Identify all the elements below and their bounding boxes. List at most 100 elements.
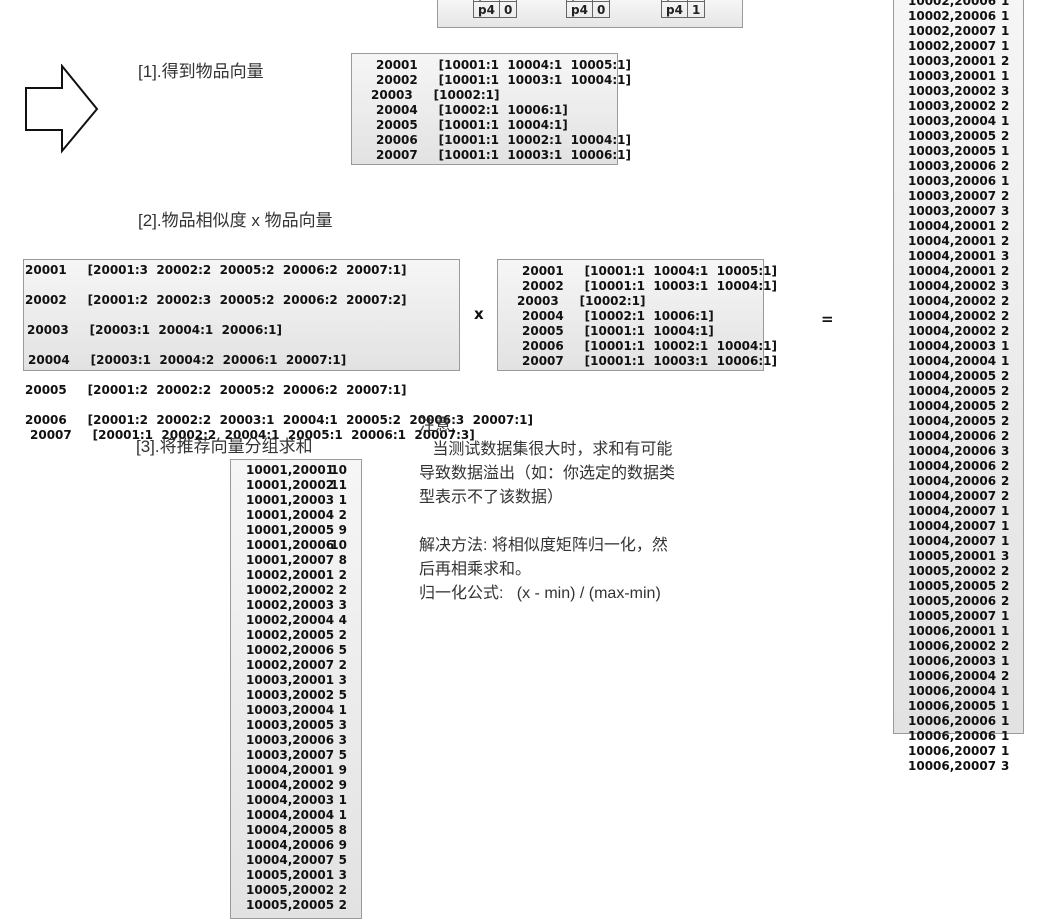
vector-row: 20003 [10002:1]: [517, 294, 646, 308]
result-key: 10006,20006: [908, 714, 997, 728]
sum-value: 10: [330, 463, 347, 477]
result-key: 10006,20005: [908, 699, 997, 713]
row-key: p4: [566, 1, 593, 18]
vector-row: 20001 [10001:1 10004:1 10005:1]: [522, 264, 778, 278]
sum-value: 1: [338, 493, 347, 507]
sum-key: 10005,20005: [246, 898, 335, 912]
result-value: 1: [1001, 654, 1010, 668]
sum-value: 1: [338, 703, 347, 717]
result-key: 10003,20004: [908, 114, 997, 128]
result-value: 3: [1001, 84, 1010, 98]
sum-value: 8: [338, 823, 347, 837]
result-value: 1: [1001, 699, 1010, 713]
result-key: 10004,20007: [908, 504, 997, 518]
note-line: 导致数据溢出（如：你选定的数据类: [419, 465, 676, 482]
sum-key: 10001,20004: [246, 508, 335, 522]
result-value: 2: [1001, 309, 1010, 323]
top-table-row: p4 0: [473, 1, 518, 18]
result-key: 10002,20006: [908, 9, 997, 23]
result-key: 10003,20005: [908, 144, 997, 158]
result-value: 1: [1001, 339, 1010, 353]
top-table-row: p4 0: [566, 1, 611, 18]
similarity-row: 20003 [20003:1 20004:1 20006:1]: [27, 323, 283, 337]
result-key: 10004,20007: [908, 519, 997, 533]
sum-key: 10002,20003: [246, 598, 335, 612]
result-key: 10006,20006: [908, 729, 997, 743]
sum-key: 10001,20001: [246, 463, 335, 477]
result-key: 10003,20002: [908, 84, 997, 98]
sum-value: 1: [338, 793, 347, 807]
sum-value: 3: [338, 673, 347, 687]
result-key: 10006,20007: [908, 744, 997, 758]
row-value: 0: [498, 1, 518, 18]
vector-row: 20003 [10002:1]: [371, 88, 500, 102]
top-table-row: p4 1: [661, 1, 706, 18]
note-body: 当测试数据集很大时，求和有可能 导致数据溢出（如：你选定的数据类 型表示不了该数据）…: [419, 438, 675, 606]
note-line: 归一化公式: (x - min) / (max-min): [419, 585, 661, 602]
result-value: 1: [1001, 9, 1010, 23]
result-value: 2: [1001, 669, 1010, 683]
step1-vector-box: 20001 [10001:1 10004:1 10005:1] 20002 [10…: [351, 53, 631, 165]
sum-value: 5: [338, 643, 347, 657]
result-key: 10005,20001: [908, 549, 997, 563]
sum-value: 8: [338, 553, 347, 567]
note-line: [419, 510, 675, 534]
sum-key: 10004,20005: [246, 823, 335, 837]
step3-heading: [3].将推荐向量分组求和: [136, 437, 313, 456]
sum-key: 10005,20002: [246, 883, 335, 897]
similarity-row: 20001 [20001:3 20002:2 20005:2 20006:2 2…: [25, 263, 407, 277]
result-key: 10003,20006: [908, 159, 997, 173]
vector-row: 20005 [10001:1 10004:1]: [522, 324, 714, 338]
result-key: 10002,20007: [908, 39, 997, 53]
result-value: 2: [1001, 99, 1010, 113]
sum-value: 2: [338, 568, 347, 582]
result-value: 2: [1001, 159, 1010, 173]
result-value: 3: [1001, 444, 1010, 458]
result-value: 1: [1001, 354, 1010, 368]
vector-row: 20007 [10001:1 10003:1 10006:1]: [376, 148, 632, 162]
result-key: 10003,20006: [908, 174, 997, 188]
result-value: 2: [1001, 129, 1010, 143]
result-key: 10004,20006: [908, 444, 997, 458]
sum-value: 3: [338, 598, 347, 612]
similarity-row: 20006 [20001:2 20002:2 20003:1 20004:1 2…: [25, 413, 534, 427]
top-table-2: p31p40: [566, 0, 611, 18]
result-value: 2: [1001, 219, 1010, 233]
result-key: 10005,20006: [908, 594, 997, 608]
sum-value: 1: [338, 808, 347, 822]
sum-key: 10002,20005: [246, 628, 335, 642]
result-value: 1: [1001, 69, 1010, 83]
result-key: 10004,20005: [908, 369, 997, 383]
top-table-3: p3p41: [661, 0, 706, 18]
result-value: 2: [1001, 564, 1010, 578]
sum-value: 2: [338, 883, 347, 897]
sum-key: 10001,20002: [246, 478, 335, 492]
result-value: 1: [1001, 714, 1010, 728]
result-key: 10004,20001: [908, 264, 997, 278]
row-value: 1: [686, 1, 706, 18]
vector-row: 20002 [10001:1 10003:1 10004:1]: [376, 73, 632, 87]
result-key: 10004,20005: [908, 399, 997, 413]
result-key: 10006,20003: [908, 654, 997, 668]
vector-row: 20005 [10001:1 10004:1]: [376, 118, 568, 132]
result-key: 10006,20004: [908, 684, 997, 698]
result-value: 1: [1001, 609, 1010, 623]
vector-row: 20007 [10001:1 10003:1 10006:1]: [522, 354, 778, 368]
sum-value: 2: [338, 583, 347, 597]
result-key: 10002,20006: [908, 0, 997, 8]
sum-key: 10002,20004: [246, 613, 335, 627]
result-value: 2: [1001, 294, 1010, 308]
sum-value: 9: [338, 778, 347, 792]
result-key: 10004,20005: [908, 414, 997, 428]
result-value: 2: [1001, 474, 1010, 488]
sum-key: 10001,20007: [246, 553, 335, 567]
result-value: 2: [1001, 414, 1010, 428]
row-key: p4: [473, 1, 500, 18]
result-value: 1: [1001, 39, 1010, 53]
note-line: 型表示不了该数据）: [419, 489, 564, 506]
sum-key: 10004,20002: [246, 778, 335, 792]
result-key: 10004,20004: [908, 354, 997, 368]
step1-heading: [1].得到物品向量: [138, 62, 264, 81]
sum-key: 10003,20002: [246, 688, 335, 702]
sum-value: 9: [338, 763, 347, 777]
